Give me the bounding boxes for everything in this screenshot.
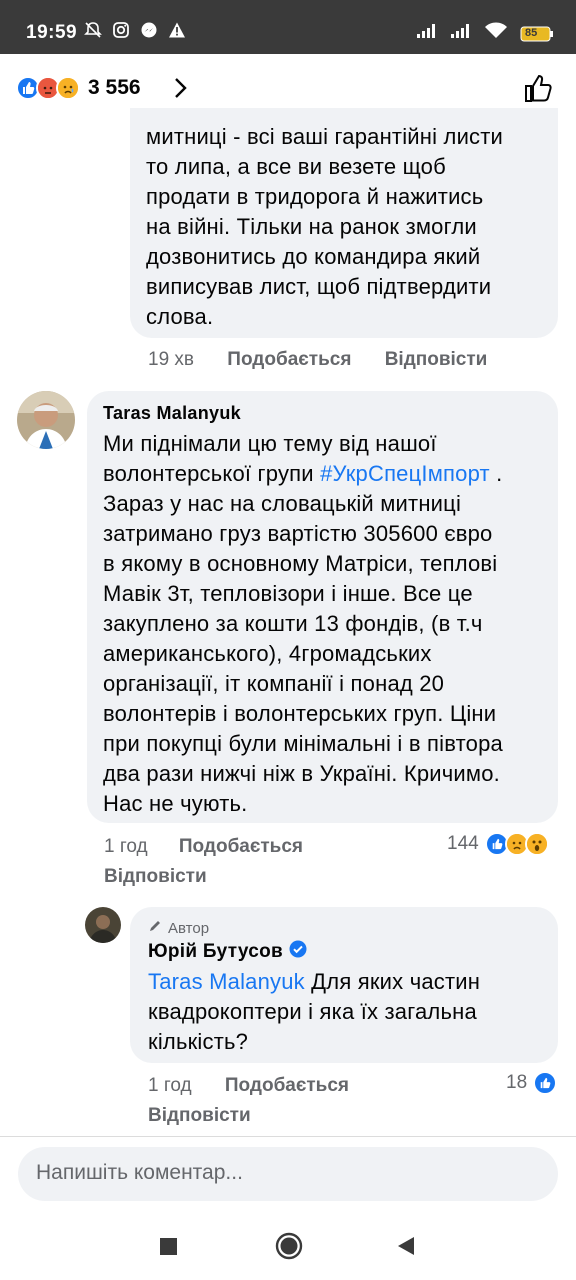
like-post-icon[interactable] [522, 72, 554, 104]
system-nav-bar [0, 1210, 576, 1280]
wow-reaction-icon [524, 832, 549, 856]
avatar[interactable] [85, 907, 121, 943]
instagram-icon [112, 21, 130, 39]
comment-bubble-3: Автор Юрій Бутусов Taras Malanyuk Для як… [130, 907, 558, 1063]
reply-comment-button[interactable]: Відповісти [148, 1105, 251, 1127]
back-button[interactable] [397, 1236, 415, 1261]
sad-reaction-icon [56, 76, 80, 100]
comment-author[interactable]: Taras Malanyuk [103, 403, 241, 424]
status-bar: 19:59 85 [0, 0, 576, 54]
comment-composer[interactable] [18, 1147, 558, 1201]
home-button[interactable] [275, 1232, 303, 1265]
wifi-icon [484, 22, 508, 45]
comment-time: 1 год [148, 1075, 192, 1096]
comment-input[interactable] [36, 1161, 536, 1185]
reply-comment-button[interactable]: Відповісти [385, 349, 488, 370]
signal-icon-2 [450, 23, 472, 44]
like-comment-button[interactable]: Подобається [227, 349, 351, 370]
reaction-count: 18 [506, 1072, 528, 1093]
avatar[interactable] [17, 391, 75, 449]
comment-time: 19 хв [148, 349, 195, 370]
comment-text: митниці - всі ваші гарантійні листи то л… [146, 124, 504, 329]
comment-meta-2: 1 год Подобається [104, 836, 303, 858]
mute-icon [84, 21, 102, 39]
mention-link[interactable]: Taras Malanyuk [148, 969, 305, 994]
signal-icon [416, 23, 438, 44]
comment-bubble-1: митниці - всі ваші гарантійні листи то л… [130, 108, 558, 338]
comment-reactions-2[interactable]: 144 [447, 832, 549, 856]
hashtag-link[interactable]: #УкрСпецІмпорт [320, 461, 490, 486]
warning-icon [168, 21, 186, 39]
like-reaction-icon [533, 1071, 558, 1095]
pencil-icon [148, 919, 162, 937]
comment-text-end: . Зараз у нас на словацькій митниці затр… [103, 461, 503, 816]
like-comment-button[interactable]: Подобається [179, 836, 303, 857]
reply-comment-button[interactable]: Відповісти [104, 866, 207, 888]
reaction-summary[interactable]: 3 556 [16, 76, 141, 100]
comment-reactions-3[interactable]: 18 [506, 1071, 558, 1095]
messenger-icon [140, 21, 158, 39]
battery-icon: 85 [520, 26, 554, 42]
recents-button[interactable] [160, 1238, 177, 1260]
comment-author-row: Юрій Бутусов [148, 940, 307, 963]
comment-meta-1: 19 хв Подобається Відповісти [148, 349, 487, 371]
chevron-right-icon[interactable] [168, 76, 192, 100]
reaction-count: 3 556 [88, 76, 141, 99]
verified-icon [289, 940, 307, 963]
comment-text: Taras Malanyuk Для яких частин квадрокоп… [148, 967, 553, 1057]
comment-author[interactable]: Юрій Бутусов [148, 941, 283, 963]
like-comment-button[interactable]: Подобається [225, 1075, 349, 1096]
comment-bubble-2: Taras Malanyuk Ми піднімали цю тему від … [87, 391, 558, 823]
status-time: 19:59 [26, 22, 78, 43]
author-badge: Автор [148, 919, 209, 937]
reaction-count: 144 [447, 833, 479, 854]
battery-level: 85 [525, 26, 538, 39]
author-badge-label: Автор [168, 919, 210, 937]
comment-text: Ми піднімали цю тему від нашої волонтерс… [103, 429, 555, 819]
comment-time: 1 год [104, 836, 148, 857]
divider [0, 1136, 576, 1137]
comment-meta-3: 1 год Подобається [148, 1075, 349, 1097]
